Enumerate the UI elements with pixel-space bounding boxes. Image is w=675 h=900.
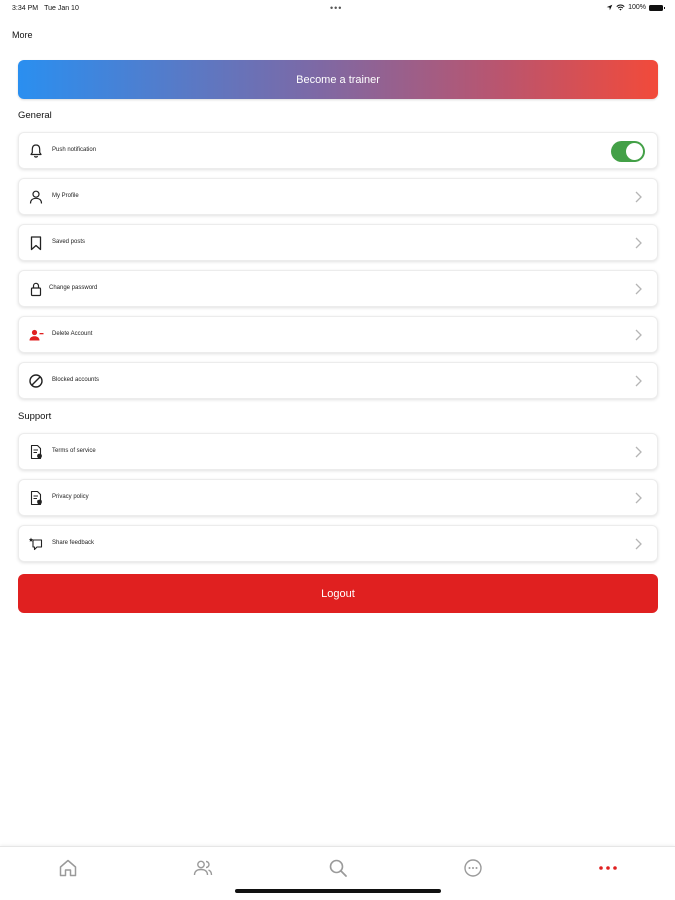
page-title: More [12, 30, 33, 40]
terms-of-service-row[interactable]: Terms of service [18, 433, 658, 470]
change-password-row[interactable]: Change password [18, 270, 658, 307]
blocked-accounts-row[interactable]: Blocked accounts [18, 362, 658, 399]
privacy-policy-row[interactable]: Privacy policy [18, 479, 658, 516]
delete-account-label: Delete Account [52, 331, 93, 337]
saved-posts-row[interactable]: Saved posts [18, 224, 658, 261]
document-icon [30, 490, 42, 506]
terms-of-service-label: Terms of service [52, 448, 96, 454]
privacy-policy-label: Privacy policy [52, 494, 89, 500]
chevron-right-icon [635, 283, 642, 295]
status-right: 100% [606, 4, 665, 11]
people-icon[interactable] [192, 857, 214, 879]
document-icon [30, 444, 42, 460]
home-indicator[interactable] [235, 889, 441, 893]
blocked-accounts-label: Blocked accounts [52, 377, 100, 383]
push-notification-row: Push notification [18, 132, 658, 169]
delete-user-icon [29, 329, 44, 341]
chevron-right-icon [635, 375, 642, 387]
change-password-label: Change password [49, 285, 98, 291]
status-date: Tue Jan 10 [44, 5, 79, 12]
location-icon [606, 4, 613, 11]
chevron-right-icon [635, 492, 642, 504]
multitasking-dots[interactable]: ••• [330, 3, 342, 13]
chevron-right-icon [635, 237, 642, 249]
become-trainer-button[interactable]: Become a trainer [18, 60, 658, 99]
status-bar: 3:34 PM Tue Jan 10 ••• 100% [0, 0, 675, 18]
chevron-right-icon [635, 191, 642, 203]
battery-percent: 100% [628, 4, 646, 11]
lock-icon [30, 282, 42, 297]
my-profile-label: My Profile [52, 193, 79, 199]
status-left: 3:34 PM Tue Jan 10 [12, 5, 79, 12]
general-section-title: General [18, 110, 52, 121]
push-notification-label: Push notification [52, 147, 97, 153]
more-icon[interactable] [597, 857, 619, 879]
status-time: 3:34 PM [12, 5, 39, 12]
my-profile-row[interactable]: My Profile [18, 178, 658, 215]
logout-button[interactable]: Logout [18, 574, 658, 613]
saved-posts-label: Saved posts [52, 239, 86, 245]
home-icon[interactable] [57, 857, 79, 879]
person-icon [29, 190, 43, 204]
share-feedback-label: Share feedback [52, 540, 95, 546]
battery-icon [649, 4, 665, 11]
push-notification-toggle[interactable] [611, 141, 645, 162]
become-trainer-label: Become a trainer [296, 73, 380, 86]
chevron-right-icon [635, 446, 642, 458]
delete-account-row[interactable]: Delete Account [18, 316, 658, 353]
more-screen: 3:34 PM Tue Jan 10 ••• 100% More Become … [0, 0, 675, 900]
blocked-icon [29, 374, 43, 388]
feedback-icon [29, 537, 43, 551]
support-section-title: Support [18, 411, 52, 422]
bell-icon [30, 144, 42, 158]
bookmark-icon [30, 236, 42, 251]
share-feedback-row[interactable]: Share feedback [18, 525, 658, 562]
logout-label: Logout [321, 587, 355, 600]
search-icon[interactable] [327, 857, 349, 879]
chat-icon[interactable] [462, 857, 484, 879]
chevron-right-icon [635, 538, 642, 550]
chevron-right-icon [635, 329, 642, 341]
wifi-icon [616, 4, 625, 11]
